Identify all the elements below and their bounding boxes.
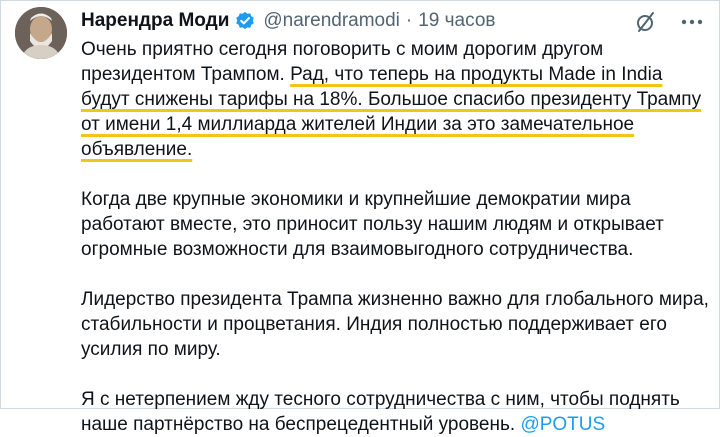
tweet-card: Нарендра Моди @narendramodi · 19 часов О… [0,0,720,435]
tweet-text: Очень приятно сегодня поговорить с моим … [81,37,711,437]
paragraph-2: Когда две крупные экономики и крупнейшие… [81,189,664,260]
paragraph-4: Я с нетерпением жду тесного сотрудничест… [81,387,711,437]
author-handle[interactable]: @narendramodi [263,10,400,32]
verified-badge-icon [235,11,255,31]
paragraph-3: Лидерство президента Трампа жизненно важ… [81,289,709,360]
avatar-image [15,7,67,59]
slashed-circle-icon[interactable] [633,9,659,35]
separator-dot: · [405,10,413,31]
header-actions [633,9,705,35]
avatar[interactable] [15,7,67,59]
author-name[interactable]: Нарендра Моди [81,10,229,32]
post-time[interactable]: 19 часов [418,10,495,32]
tweet-header: Нарендра Моди @narendramodi · 19 часов [81,9,496,33]
mention-link[interactable]: @POTUS [520,414,605,435]
paragraph-1: Очень приятно сегодня поговорить с моим … [81,37,711,162]
more-dots-icon[interactable] [679,9,705,35]
